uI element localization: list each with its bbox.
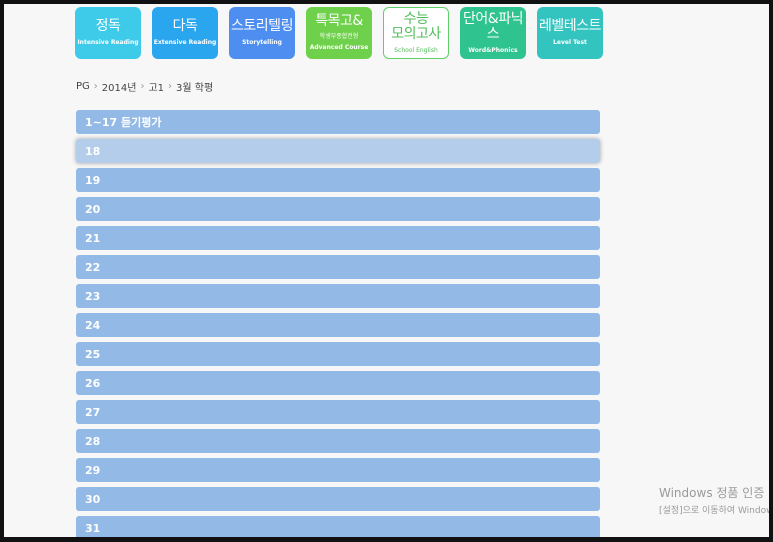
list-item[interactable]: 21 xyxy=(76,226,600,250)
category-subtitle: Level Test xyxy=(553,39,587,46)
list-item[interactable]: 22 xyxy=(76,255,600,279)
list-item[interactable]: 31 xyxy=(76,516,600,537)
list-item[interactable]: 25 xyxy=(76,342,600,366)
list-item-label: 30 xyxy=(85,492,101,506)
list-item-label: 27 xyxy=(85,405,101,419)
list-item[interactable]: 28 xyxy=(76,429,600,453)
category-advanced-course[interactable]: 특목고& 학생부종합전형 Advanced Course xyxy=(306,7,372,59)
list-item-label: 22 xyxy=(85,260,101,274)
list-item[interactable]: 23 xyxy=(76,284,600,308)
category-subtitle: Intensive Reading xyxy=(77,39,139,46)
category-subtitle: Storytelling xyxy=(242,39,282,46)
category-storytelling[interactable]: 스토리텔링 Storytelling xyxy=(229,7,295,59)
breadcrumb-item[interactable]: 고1 xyxy=(148,79,164,94)
category-subtitle: Advanced Course xyxy=(309,44,369,51)
list-item-label: 19 xyxy=(85,173,101,187)
list-item[interactable]: 18 xyxy=(76,139,600,163)
category-title: 스토리텔링 xyxy=(231,18,293,34)
list-item[interactable]: 19 xyxy=(76,168,600,192)
page: 정독 Intensive Reading 다독 Extensive Readin… xyxy=(4,4,769,537)
list-item[interactable]: 20 xyxy=(76,197,600,221)
category-title: 레벨테스트 xyxy=(539,18,601,34)
breadcrumb-item[interactable]: 2014년 xyxy=(102,79,137,94)
category-school-english[interactable]: 수능 모의고사 School English xyxy=(383,7,449,59)
category-subtitle: School English xyxy=(394,46,438,54)
list-item[interactable]: 26 xyxy=(76,371,600,395)
category-extensive-reading[interactable]: 다독 Extensive Reading xyxy=(152,7,218,59)
list-item-label: 26 xyxy=(85,376,101,390)
list-item-label: 25 xyxy=(85,347,101,361)
list-item[interactable]: 1~17 듣기평가 xyxy=(76,110,600,134)
breadcrumb-item[interactable]: PG xyxy=(76,81,90,92)
chevron-right-icon: › xyxy=(168,81,172,92)
category-intensive-reading[interactable]: 정독 Intensive Reading xyxy=(75,7,141,59)
category-title: 다독 xyxy=(172,18,198,34)
question-list: 1~17 듣기평가 18 19 20 21 22 23 24 25 26 27 28 29 30 31 xyxy=(76,110,600,537)
list-item-label: 31 xyxy=(85,521,101,535)
list-item-label: 23 xyxy=(85,289,101,303)
list-item-label: 18 xyxy=(85,144,101,158)
watermark-title: Windows 정품 인증 xyxy=(659,486,765,500)
category-title: 정독 xyxy=(95,18,121,34)
activation-watermark: Windows 정품 인증 [설정]으로 이동하여 Windows xyxy=(659,484,769,516)
list-item[interactable]: 24 xyxy=(76,313,600,337)
breadcrumb: PG › 2014년 › 고1 › 3월 학평 xyxy=(76,79,213,94)
category-level-test[interactable]: 레벨테스트 Level Test xyxy=(537,7,603,59)
list-item-label: 24 xyxy=(85,318,101,332)
chevron-right-icon: › xyxy=(93,81,98,92)
category-title: 특목고& xyxy=(315,13,363,29)
category-subtitle: Word&Phonics xyxy=(468,46,518,54)
chevron-right-icon: › xyxy=(140,81,145,92)
category-menu: 정독 Intensive Reading 다독 Extensive Readin… xyxy=(75,7,603,59)
list-item[interactable]: 29 xyxy=(76,458,600,482)
list-item[interactable]: 30 xyxy=(76,487,600,511)
list-item-label: 20 xyxy=(85,202,101,216)
breadcrumb-item-current: 3월 학평 xyxy=(176,83,214,94)
list-item[interactable]: 27 xyxy=(76,400,600,424)
category-word-phonics[interactable]: 단어&파닉스 Word&Phonics xyxy=(460,7,526,59)
category-subtitle: Extensive Reading xyxy=(153,39,217,46)
category-sub-title: 학생부종합전형 xyxy=(319,33,359,40)
list-item-label: 21 xyxy=(85,231,101,245)
list-item-label: 28 xyxy=(85,434,101,448)
list-item-label: 1~17 듣기평가 xyxy=(85,116,162,129)
list-item-label: 29 xyxy=(85,463,101,477)
watermark-subtitle: [설정]으로 이동하여 Windows xyxy=(659,506,769,516)
category-title: 수능 모의고사 xyxy=(391,10,441,42)
category-title: 단어&파닉스 xyxy=(463,10,523,42)
